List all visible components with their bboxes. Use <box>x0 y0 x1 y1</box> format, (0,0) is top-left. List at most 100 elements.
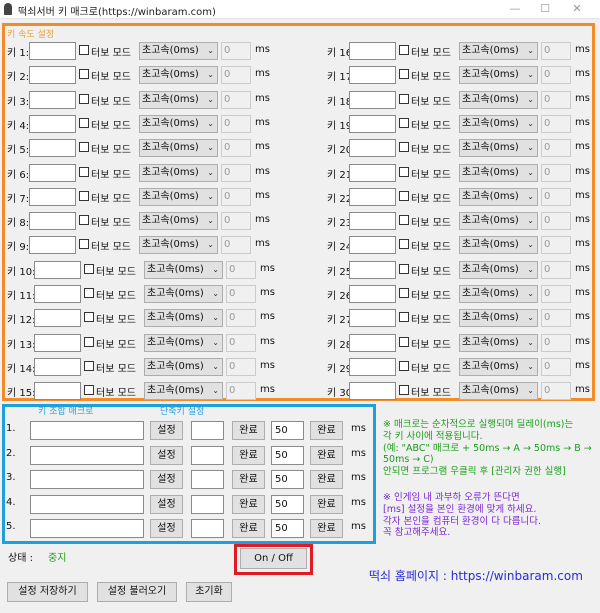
key-input[interactable] <box>349 90 396 109</box>
onoff-button[interactable]: On / Off <box>240 548 307 569</box>
speed-select[interactable]: 초고속(0ms) ⌄ <box>459 212 538 231</box>
turbo-checkbox[interactable] <box>399 45 409 55</box>
speed-select[interactable]: 초고속(0ms) ⌄ <box>144 285 223 303</box>
speed-select[interactable]: 초고속(0ms) ⌄ <box>144 357 223 376</box>
ms-input[interactable]: 0 <box>221 212 251 231</box>
delay-done-button[interactable]: 완료 <box>310 519 343 538</box>
hotkey-input[interactable] <box>191 445 224 465</box>
ms-input[interactable]: 0 <box>541 187 571 206</box>
ms-input[interactable]: 0 <box>541 333 571 352</box>
speed-select[interactable]: 초고속(0ms) ⌄ <box>144 333 223 352</box>
speed-select[interactable]: 초고속(0ms) ⌄ <box>459 163 538 182</box>
save-settings-button[interactable]: 설정 저장하기 <box>7 582 88 602</box>
key-input[interactable] <box>349 357 396 376</box>
key-input[interactable] <box>34 309 81 328</box>
key-input[interactable] <box>349 309 396 328</box>
delay-input[interactable]: 50 <box>271 445 304 465</box>
macro-keys-input[interactable] <box>30 445 144 465</box>
key-input[interactable] <box>349 42 396 60</box>
key-input[interactable] <box>349 285 396 303</box>
speed-select[interactable]: 초고속(0ms) ⌄ <box>144 382 223 401</box>
speed-select[interactable]: 초고속(0ms) ⌄ <box>459 236 538 255</box>
speed-select[interactable]: 초고속(0ms) ⌄ <box>459 66 538 85</box>
ms-input[interactable]: 0 <box>541 236 571 255</box>
ms-input[interactable]: 0 <box>226 309 256 328</box>
delay-done-button[interactable]: 완료 <box>310 494 343 514</box>
speed-select[interactable]: 초고속(0ms) ⌄ <box>139 114 218 133</box>
key-input[interactable] <box>349 236 396 255</box>
speed-select[interactable]: 초고속(0ms) ⌄ <box>459 285 538 303</box>
ms-input[interactable]: 0 <box>226 333 256 352</box>
ms-input[interactable]: 0 <box>541 285 571 303</box>
macro-keys-input[interactable] <box>30 421 144 440</box>
turbo-checkbox[interactable] <box>399 117 409 128</box>
ms-input[interactable]: 0 <box>221 236 251 255</box>
delay-done-button[interactable]: 완료 <box>310 445 343 465</box>
turbo-checkbox[interactable] <box>399 166 409 177</box>
speed-select[interactable]: 초고속(0ms) ⌄ <box>459 382 538 401</box>
load-settings-button[interactable]: 설정 불러오기 <box>97 582 177 602</box>
hotkey-input[interactable] <box>191 470 224 489</box>
speed-select[interactable]: 초고속(0ms) ⌄ <box>139 236 218 255</box>
key-input[interactable] <box>34 333 81 352</box>
delay-input[interactable]: 50 <box>271 519 304 538</box>
turbo-checkbox[interactable] <box>84 263 94 274</box>
speed-select[interactable]: 초고속(0ms) ⌄ <box>459 357 538 376</box>
turbo-checkbox[interactable] <box>399 142 409 153</box>
macro-set-button[interactable]: 설정 <box>150 519 183 538</box>
speed-select[interactable]: 초고속(0ms) ⌄ <box>144 260 223 279</box>
ms-input[interactable]: 0 <box>226 382 256 401</box>
turbo-checkbox[interactable] <box>79 166 89 177</box>
turbo-checkbox[interactable] <box>399 239 409 250</box>
speed-select[interactable]: 초고속(0ms) ⌄ <box>139 139 218 158</box>
key-input[interactable] <box>349 382 396 401</box>
hotkey-done-button[interactable]: 완료 <box>232 470 265 489</box>
hotkey-done-button[interactable]: 완료 <box>232 519 265 538</box>
key-input[interactable] <box>349 212 396 231</box>
speed-select[interactable]: 초고속(0ms) ⌄ <box>459 114 538 133</box>
key-input[interactable] <box>34 357 81 376</box>
ms-input[interactable]: 0 <box>226 285 256 303</box>
turbo-checkbox[interactable] <box>399 215 409 226</box>
turbo-checkbox[interactable] <box>79 215 89 226</box>
hotkey-done-button[interactable]: 완료 <box>232 494 265 514</box>
ms-input[interactable]: 0 <box>541 163 571 182</box>
macro-keys-input[interactable] <box>30 519 144 538</box>
reset-button[interactable]: 초기화 <box>186 582 232 602</box>
speed-select[interactable]: 초고속(0ms) ⌄ <box>459 187 538 206</box>
ms-input[interactable]: 0 <box>541 90 571 109</box>
turbo-checkbox[interactable] <box>399 288 409 298</box>
ms-input[interactable]: 0 <box>541 357 571 376</box>
turbo-checkbox[interactable] <box>399 93 409 104</box>
turbo-checkbox[interactable] <box>84 385 94 396</box>
key-input[interactable] <box>349 333 396 352</box>
turbo-checkbox[interactable] <box>84 360 94 371</box>
speed-select[interactable]: 초고속(0ms) ⌄ <box>144 309 223 328</box>
ms-input[interactable]: 0 <box>221 90 251 109</box>
hotkey-done-button[interactable]: 완료 <box>232 445 265 465</box>
turbo-checkbox[interactable] <box>79 45 89 55</box>
key-input[interactable] <box>34 285 81 303</box>
turbo-checkbox[interactable] <box>84 312 94 323</box>
speed-select[interactable]: 초고속(0ms) ⌄ <box>139 90 218 109</box>
ms-input[interactable]: 0 <box>221 114 251 133</box>
ms-input[interactable]: 0 <box>221 163 251 182</box>
macro-set-button[interactable]: 설정 <box>150 445 183 465</box>
ms-input[interactable]: 0 <box>541 139 571 158</box>
ms-input[interactable]: 0 <box>226 357 256 376</box>
speed-select[interactable]: 초고속(0ms) ⌄ <box>459 90 538 109</box>
macro-keys-input[interactable] <box>30 470 144 489</box>
ms-input[interactable]: 0 <box>221 139 251 158</box>
turbo-checkbox[interactable] <box>84 288 94 298</box>
key-input[interactable] <box>34 260 81 279</box>
key-input[interactable] <box>29 236 76 255</box>
ms-input[interactable]: 0 <box>541 42 571 60</box>
turbo-checkbox[interactable] <box>79 117 89 128</box>
speed-select[interactable]: 초고속(0ms) ⌄ <box>459 309 538 328</box>
turbo-checkbox[interactable] <box>399 360 409 371</box>
ms-input[interactable]: 0 <box>541 309 571 328</box>
turbo-checkbox[interactable] <box>79 93 89 104</box>
ms-input[interactable]: 0 <box>226 260 256 279</box>
turbo-checkbox[interactable] <box>84 336 94 347</box>
key-input[interactable] <box>29 163 76 182</box>
